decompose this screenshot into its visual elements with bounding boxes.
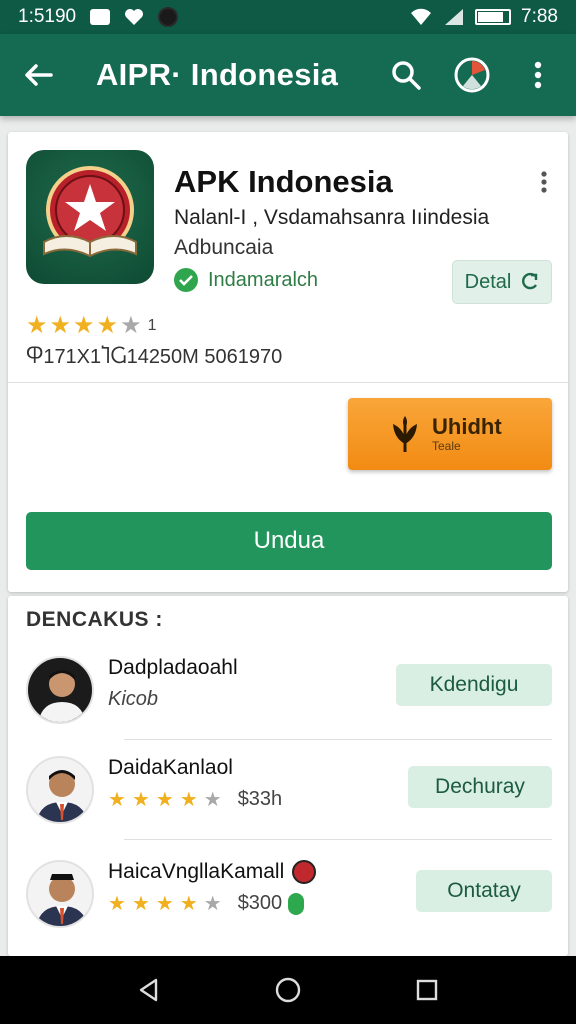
more-button[interactable] — [518, 55, 558, 95]
refresh-icon — [522, 272, 538, 290]
account-circle-icon — [454, 57, 490, 93]
developer-action-button[interactable]: Kdendigu — [396, 664, 552, 706]
star-icon: ★ — [179, 788, 198, 811]
star-icon: ★ — [131, 892, 150, 915]
developer-action-button[interactable]: Dechuray — [408, 766, 552, 808]
detail-button[interactable]: Detal — [452, 260, 552, 304]
developer-name: HaicaVnglla​Kamall — [108, 860, 317, 885]
status-time-right: 7:88 — [521, 6, 558, 27]
more-vert-icon — [534, 61, 542, 89]
back-button[interactable] — [18, 55, 58, 95]
star-icon: ★ — [108, 788, 126, 811]
divider — [124, 839, 552, 840]
avatar — [26, 756, 94, 824]
battery-icon — [475, 9, 512, 25]
system-nav-bar — [0, 956, 576, 1024]
half-star-icon: ★ — [203, 892, 222, 915]
developer-rating: ★ ★ ★ ★ ★ $33h — [108, 788, 282, 811]
promo-sublabel: Teale — [432, 439, 461, 454]
status-time-left: 1:5190 — [18, 6, 77, 27]
badge-icon — [292, 860, 317, 885]
star-icon: ★ — [108, 892, 126, 915]
arrow-left-icon — [25, 64, 53, 86]
divider — [8, 382, 568, 383]
wifi-icon — [411, 8, 432, 26]
developer-rating: ★ ★ ★ ★ ★ $300 — [108, 892, 305, 915]
app-more-button[interactable] — [532, 168, 556, 196]
list-item[interactable]: Dadpladaoahl Kicob Kdendigu — [26, 644, 552, 740]
developer-price: $300 — [237, 892, 283, 914]
star-icon: ★ — [73, 312, 95, 339]
star-icon: ★ — [131, 788, 150, 811]
app-bar: AIPR· Indonesia — [0, 34, 576, 116]
star-icon: ★ — [96, 312, 119, 339]
app-logo — [26, 150, 154, 284]
star-icon: ★ — [155, 788, 174, 811]
star-icon: ★ — [49, 312, 72, 339]
record-icon — [158, 7, 179, 27]
app-description: Nalanl-I , Vsdamahsanra Iıindesia — [174, 206, 490, 229]
triangle-back-icon[interactable] — [136, 977, 162, 1003]
list-item[interactable]: HaicaVnglla​Kamall ★ ★ ★ ★ ★ $300 Ontata… — [26, 848, 552, 944]
rating-count: 1 — [147, 317, 157, 334]
star-icon: ★ — [179, 892, 198, 915]
rating-stars: ★ ★ ★ ★ ★ 1 — [26, 314, 156, 338]
developer-subtitle: Kicob — [108, 688, 158, 711]
emblem-icon — [43, 166, 137, 258]
app-info-card: APK Indonesia Nalanl-I , Vsdamahsanra Iı… — [8, 132, 568, 592]
list-item[interactable]: DaidaKanlaol ★ ★ ★ ★ ★ $33h Dechuray — [26, 744, 552, 840]
app-meta: Ⴔ171X1ႨႺ14250M 5061970 — [26, 346, 283, 368]
developer-action-button[interactable]: Ontatay — [416, 870, 552, 912]
divider — [124, 739, 552, 740]
heart-icon — [125, 9, 144, 25]
search-button[interactable] — [386, 55, 426, 95]
promo-button[interactable]: Uhidht Teale — [348, 398, 552, 470]
status-bar: 1:5190 7:88 — [0, 0, 576, 34]
section-title: DENCAKUS : — [26, 608, 163, 631]
developer-name: DaidaKanlaol — [108, 756, 233, 779]
app-bar-title: AIPR· Indonesia — [96, 57, 339, 92]
developers-card: DENCAKUS : Dadpladaoahl Kicob Kdendigu D… — [8, 596, 568, 956]
account-button[interactable] — [452, 55, 492, 95]
download-button[interactable]: Undua — [26, 512, 552, 570]
leaf-icon — [288, 892, 305, 915]
avatar — [26, 860, 94, 928]
signal-icon — [445, 9, 464, 25]
check-circle-icon — [174, 268, 198, 292]
developer-name: Dadpladaoahl — [108, 656, 238, 679]
half-star-icon: ★ — [120, 312, 142, 339]
square-recents-icon[interactable] — [414, 977, 440, 1003]
star-icon: ★ — [26, 312, 48, 339]
avatar — [26, 656, 94, 724]
verified-badge: Indamaralch — [174, 268, 318, 292]
search-icon — [392, 61, 421, 90]
app-category: Adbuncaia — [174, 236, 274, 259]
circle-home-icon[interactable] — [274, 976, 302, 1004]
developer-name-text: HaicaVnglla​Kamall — [108, 860, 285, 883]
more-vert-icon — [541, 171, 547, 193]
half-star-icon: ★ — [203, 788, 222, 811]
notification-icon — [90, 9, 111, 25]
wheat-icon — [393, 416, 417, 452]
promo-label: Uhidht — [432, 413, 502, 439]
developer-subtitle-text: Kicob — [108, 688, 159, 710]
app-name: APK Indonesia — [174, 164, 393, 199]
developer-price: $33h — [237, 788, 283, 810]
detail-button-label: Detal — [464, 270, 512, 293]
verified-label: Indamaralch — [208, 268, 319, 291]
star-icon: ★ — [155, 892, 174, 915]
